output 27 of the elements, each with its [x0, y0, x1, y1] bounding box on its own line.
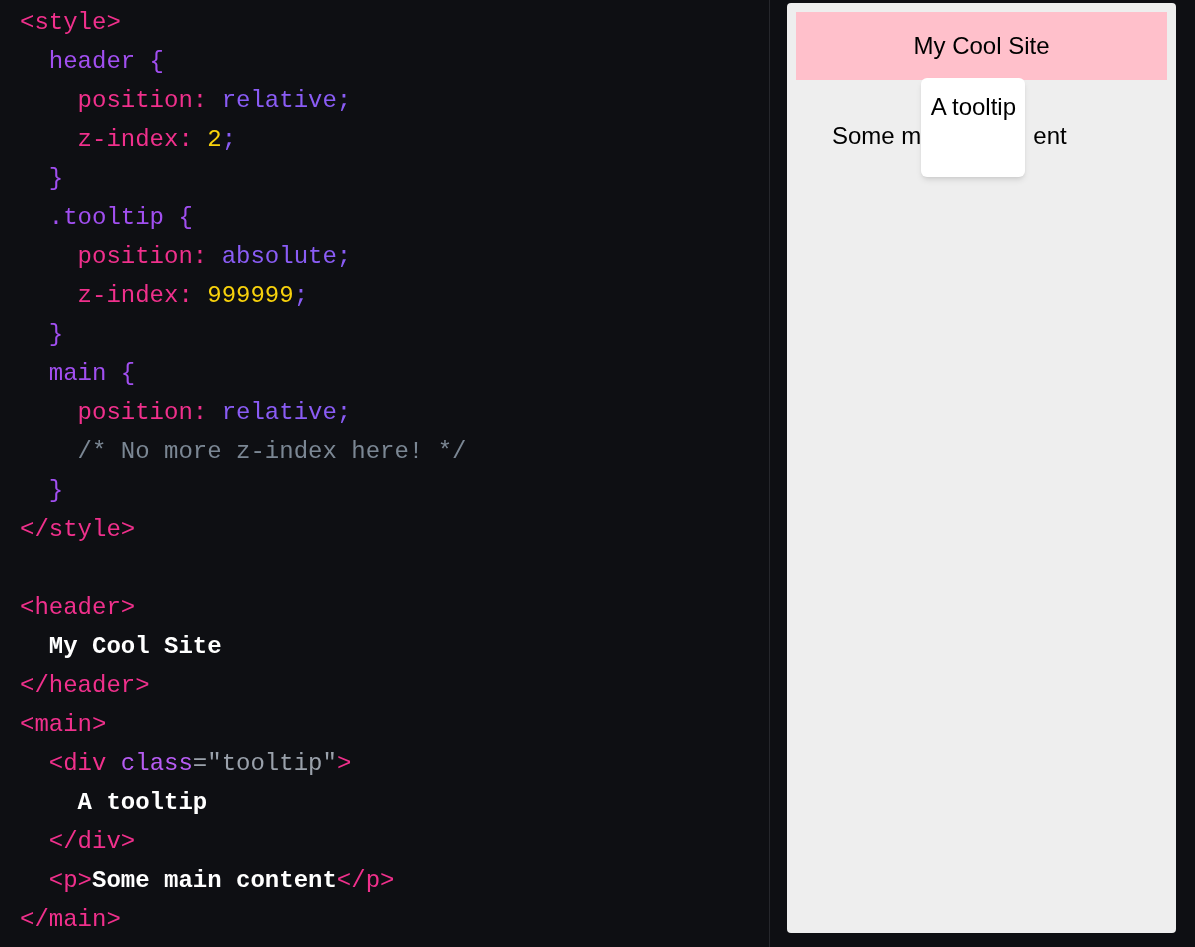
code-line: position: relative; — [76, 398, 352, 428]
code-line: position: relative; — [76, 86, 352, 116]
code-line: <p>Some main content</p> — [47, 866, 395, 896]
code-line: </header> — [20, 671, 150, 701]
site-title: My Cool Site — [913, 31, 1050, 61]
code-line: .tooltip { — [47, 203, 193, 233]
code-line: z-index: 2; — [76, 125, 237, 155]
code-line: /* No more z-index here! */ — [76, 437, 467, 467]
code-line: } — [47, 164, 64, 194]
code-line: My Cool Site — [47, 632, 222, 662]
code-line: main { — [47, 359, 136, 389]
main-content-text: Some m — [832, 121, 922, 151]
code-line: <main> — [20, 710, 107, 740]
code-line: z-index: 999999; — [76, 281, 309, 311]
code-line: </main> — [20, 905, 121, 935]
code-line: header { — [47, 47, 165, 77]
code-line: A tooltip — [76, 788, 208, 818]
code-line: position: absolute; — [76, 242, 352, 272]
code-line: } — [47, 476, 64, 506]
code-line: </div> — [47, 827, 136, 857]
code-line: } — [47, 320, 64, 350]
code-line: <style> — [20, 8, 121, 38]
tooltip-text: A tooltip — [929, 92, 1018, 122]
code-line: </style> — [20, 515, 136, 545]
main-content-text: ent — [1033, 121, 1067, 151]
code-line: <div class="tooltip"> — [47, 749, 352, 779]
code-line: <header> — [20, 593, 136, 623]
